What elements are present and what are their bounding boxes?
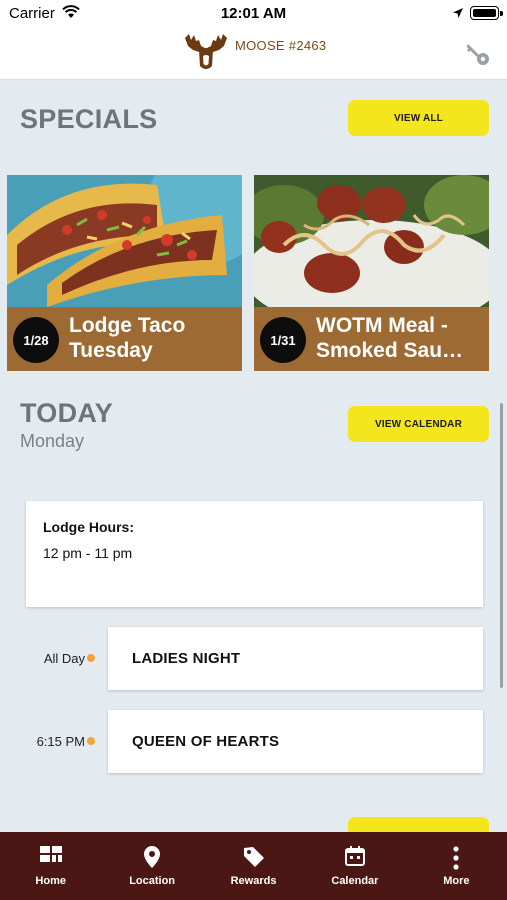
tab-calendar[interactable]: Calendar [304, 832, 405, 900]
tag-icon [243, 847, 264, 867]
tab-location[interactable]: Location [101, 832, 202, 900]
view-all-button[interactable]: VIEW ALL [348, 100, 489, 136]
event-time: 6:15 PM [36, 734, 85, 749]
event-card[interactable]: QUEEN OF HEARTS [108, 710, 483, 773]
app-header: MOOSE #2463 [0, 28, 507, 80]
special-banner: 1/31 WOTM Meal - Smoked Sau… [254, 307, 489, 371]
moose-logo-icon[interactable] [183, 32, 229, 77]
tab-label: Rewards [230, 875, 277, 887]
lodge-hours-card: Lodge Hours: 12 pm - 11 pm [26, 501, 483, 607]
location-arrow-icon [452, 6, 464, 24]
event-name: QUEEN OF HEARTS [132, 733, 280, 750]
special-photo-sausage [254, 175, 489, 307]
more-vertical-icon [453, 846, 459, 870]
home-grid-icon [39, 846, 62, 862]
special-title: Lodge Taco Tuesday [69, 314, 186, 362]
status-bar: Carrier 12:01 AM [0, 0, 507, 28]
special-card[interactable]: 1/31 WOTM Meal - Smoked Sau… [254, 175, 489, 371]
view-calendar-button[interactable]: VIEW CALENDAR [348, 406, 489, 442]
lodge-name: MOOSE #2463 [235, 38, 327, 53]
today-title: TODAY [20, 398, 114, 428]
calendar-icon [344, 846, 365, 866]
today-day: Monday [20, 431, 85, 451]
tab-label: Home [35, 875, 66, 887]
tab-bar: Home Location Rewards Calendar More [0, 832, 507, 900]
battery-icon [470, 6, 503, 20]
hours-label: Lodge Hours: [43, 519, 134, 535]
special-banner: 1/28 Lodge Taco Tuesday [7, 307, 242, 371]
event-dot [87, 737, 95, 745]
tab-label: Location [129, 875, 176, 887]
status-time: 12:01 AM [220, 5, 287, 22]
special-title: WOTM Meal - Smoked Sau… [316, 314, 464, 362]
tab-rewards[interactable]: Rewards [203, 832, 304, 900]
special-card[interactable]: 1/28 Lodge Taco Tuesday [7, 175, 242, 371]
tab-label: Calendar [331, 875, 379, 887]
scrollbar[interactable] [500, 403, 503, 688]
hours-value: 12 pm - 11 pm [43, 545, 133, 561]
tab-label: More [443, 875, 470, 887]
special-photo-tacos [7, 175, 242, 307]
event-name: LADIES NIGHT [132, 650, 241, 667]
map-pin-icon [144, 846, 161, 868]
tab-more[interactable]: More [406, 832, 507, 900]
specials-title: SPECIALS [20, 104, 158, 134]
special-date: 1/28 [13, 317, 59, 363]
tab-home[interactable]: Home [0, 832, 101, 900]
special-date: 1/31 [260, 317, 306, 363]
event-card[interactable]: LADIES NIGHT [108, 627, 483, 690]
event-dot [87, 654, 95, 662]
event-time: All Day [43, 651, 85, 666]
key-icon[interactable] [464, 40, 492, 73]
